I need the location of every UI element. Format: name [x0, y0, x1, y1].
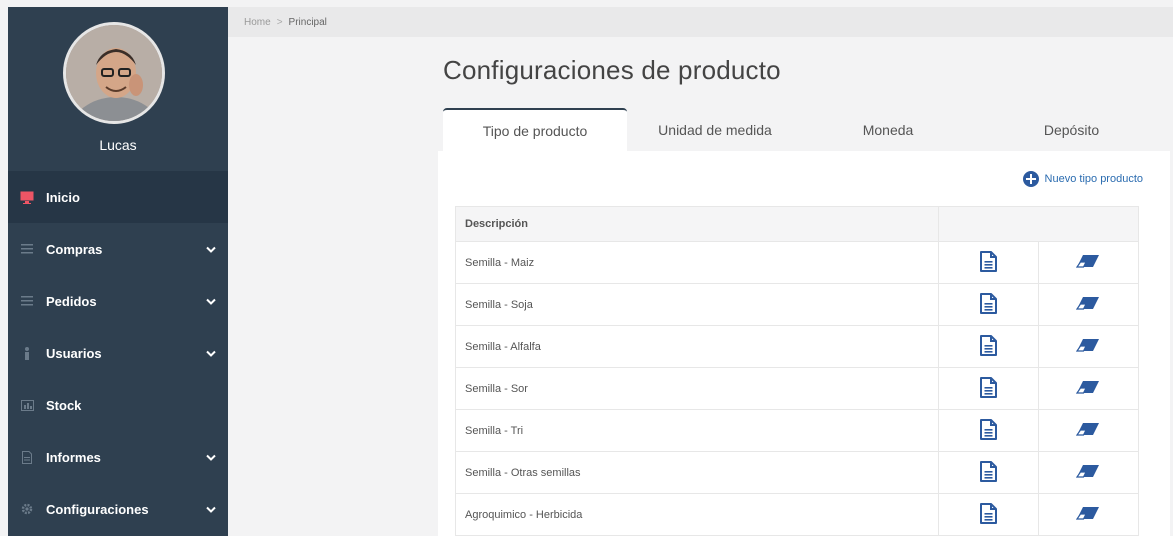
- sidebar: Lucas Inicio Compras Pedidos Usuarios St…: [8, 7, 228, 536]
- breadcrumb-separator: >: [276, 16, 283, 28]
- column-header-descripcion: Descripción: [455, 206, 939, 242]
- sidebar-item-label: Pedidos: [46, 293, 97, 309]
- tab-deposito[interactable]: Depósito: [973, 108, 1170, 151]
- edit-document-icon[interactable]: [979, 376, 997, 401]
- table-row: Semilla - Tri: [455, 409, 1140, 452]
- eraser-icon[interactable]: [1076, 506, 1100, 523]
- tab-bar: Tipo de producto Unidad de medida Moneda…: [443, 108, 1170, 151]
- profile-section: Lucas: [8, 7, 228, 171]
- menu-lines-icon: [20, 294, 34, 308]
- table-row: Semilla - Sor: [455, 367, 1140, 410]
- delete-cell: [1037, 325, 1140, 368]
- eraser-icon[interactable]: [1076, 338, 1100, 355]
- person-icon: [20, 346, 34, 360]
- menu-lines-icon: [20, 242, 34, 256]
- eraser-icon[interactable]: [1076, 380, 1100, 397]
- row-description: Agroquimico - Herbicida: [455, 493, 939, 536]
- tab-tipo-de-producto[interactable]: Tipo de producto: [443, 108, 627, 151]
- row-description: Semilla - Soja: [455, 283, 939, 326]
- product-type-table: Descripción Semilla - Maiz Semilla - Soja…: [455, 206, 1140, 536]
- eraser-icon[interactable]: [1076, 464, 1100, 481]
- chevron-down-icon: [206, 450, 216, 465]
- delete-cell: [1037, 283, 1140, 326]
- monitor-icon: [20, 190, 34, 204]
- new-product-type-button[interactable]: Nuevo tipo producto: [1022, 171, 1143, 187]
- row-description: Semilla - Maiz: [455, 241, 939, 284]
- edit-document-icon[interactable]: [979, 418, 997, 443]
- sidebar-item-pedidos[interactable]: Pedidos: [8, 275, 228, 327]
- edit-cell: [937, 451, 1039, 494]
- sidebar-item-label: Inicio: [46, 189, 80, 205]
- sidebar-item-inicio[interactable]: Inicio: [8, 171, 228, 223]
- delete-cell: [1037, 367, 1140, 410]
- breadcrumb-home-link[interactable]: Home: [244, 17, 271, 28]
- edit-cell: [937, 493, 1039, 536]
- edit-document-icon[interactable]: [979, 250, 997, 275]
- breadcrumb: Home > Principal: [228, 7, 1173, 37]
- edit-document-icon[interactable]: [979, 460, 997, 485]
- tab-unidad-de-medida[interactable]: Unidad de medida: [627, 108, 803, 151]
- column-header-actions: [937, 206, 1140, 242]
- page-title: Configuraciones de producto: [443, 55, 781, 85]
- sidebar-item-label: Usuarios: [46, 345, 102, 361]
- eraser-icon[interactable]: [1076, 422, 1100, 439]
- table-row: Agroquimico - Herbicida: [455, 493, 1140, 536]
- plus-circle-icon: [1022, 171, 1039, 187]
- edit-cell: [937, 283, 1039, 326]
- chevron-down-icon: [206, 294, 216, 309]
- table-row: Semilla - Maiz: [455, 241, 1140, 284]
- new-product-type-label: Nuevo tipo producto: [1044, 173, 1143, 185]
- delete-cell: [1037, 409, 1140, 452]
- row-description: Semilla - Alfalfa: [455, 325, 939, 368]
- tab-moneda[interactable]: Moneda: [803, 108, 973, 151]
- sidebar-item-configuraciones[interactable]: Configuraciones: [8, 483, 228, 535]
- breadcrumb-current: Principal: [288, 16, 327, 28]
- document-icon: [20, 450, 34, 464]
- table-body: Semilla - Maiz Semilla - Soja Semilla - Al…: [455, 241, 1140, 536]
- sidebar-item-label: Configuraciones: [46, 501, 149, 517]
- chevron-down-icon: [206, 502, 216, 517]
- chart-icon: [20, 398, 34, 412]
- delete-cell: [1037, 451, 1140, 494]
- eraser-icon[interactable]: [1076, 296, 1100, 313]
- table-row: Semilla - Otras semillas: [455, 451, 1140, 494]
- sidebar-item-label: Stock: [46, 397, 82, 413]
- edit-cell: [937, 241, 1039, 284]
- sidebar-item-label: Informes: [46, 449, 101, 465]
- chevron-down-icon: [206, 242, 216, 257]
- username: Lucas: [99, 137, 137, 153]
- delete-cell: [1037, 493, 1140, 536]
- edit-document-icon[interactable]: [979, 292, 997, 317]
- table-row: Semilla - Alfalfa: [455, 325, 1140, 368]
- edit-cell: [937, 409, 1039, 452]
- sidebar-item-stock[interactable]: Stock: [8, 379, 228, 431]
- row-description: Semilla - Tri: [455, 409, 939, 452]
- row-description: Semilla - Sor: [455, 367, 939, 410]
- edit-document-icon[interactable]: [979, 502, 997, 527]
- edit-document-icon[interactable]: [979, 334, 997, 359]
- row-description: Semilla - Otras semillas: [455, 451, 939, 494]
- tab-content-panel: Nuevo tipo producto Descripción Semilla …: [438, 151, 1170, 536]
- eraser-icon[interactable]: [1076, 254, 1100, 271]
- avatar[interactable]: [63, 22, 165, 124]
- edit-cell: [937, 325, 1039, 368]
- sidebar-item-compras[interactable]: Compras: [8, 223, 228, 275]
- sidebar-item-informes[interactable]: Informes: [8, 431, 228, 483]
- gear-icon: [20, 502, 34, 516]
- table-row: Semilla - Soja: [455, 283, 1140, 326]
- delete-cell: [1037, 241, 1140, 284]
- sidebar-item-label: Compras: [46, 241, 103, 257]
- table-header-row: Descripción: [455, 206, 1140, 242]
- edit-cell: [937, 367, 1039, 410]
- sidebar-item-usuarios[interactable]: Usuarios: [8, 327, 228, 379]
- chevron-down-icon: [206, 346, 216, 361]
